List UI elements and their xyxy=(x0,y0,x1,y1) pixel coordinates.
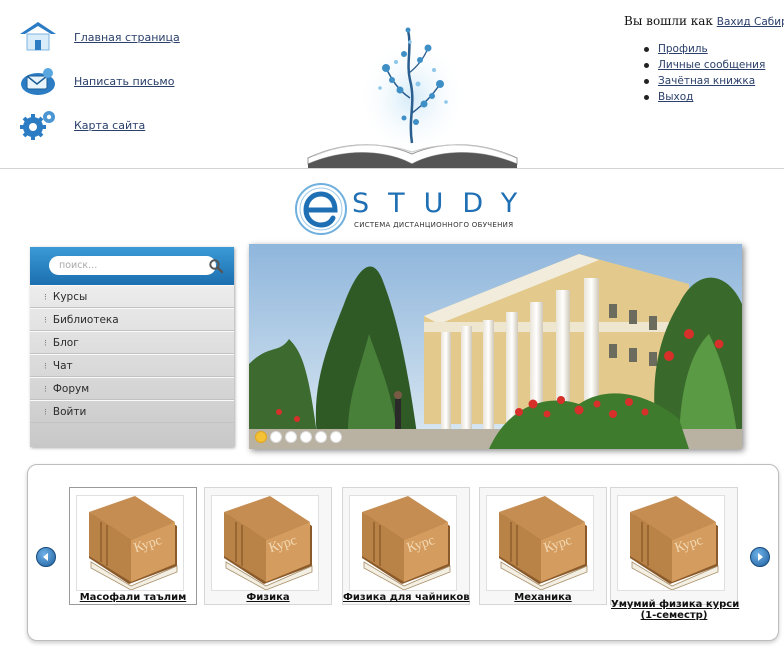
search-icon[interactable] xyxy=(208,258,224,274)
book-icon: Курс xyxy=(499,496,588,591)
sidebar-item-label: Курсы xyxy=(52,291,88,303)
slide-dot[interactable] xyxy=(285,431,297,443)
course-title-text: Умумий физика курси xyxy=(611,599,740,610)
course-card[interactable]: Курс Механика xyxy=(479,487,607,605)
course-carousel: Курс Масофали таълим Курс Физика Курс Фи… xyxy=(27,464,779,641)
side-menu: ⁝ Курсы ⁝ Библиотека ⁝ Блог ⁝ Чат ⁝ Форум ⁝ Во… xyxy=(30,285,234,423)
sidebar-item-chat[interactable]: ⁝ Чат xyxy=(30,354,234,377)
book-icon: Курс xyxy=(362,496,451,591)
quick-nav-home[interactable]: Главная страница xyxy=(18,20,180,54)
slide-dot[interactable] xyxy=(270,431,282,443)
carousel-prev-button[interactable] xyxy=(36,547,56,567)
sidebar-item-forum[interactable]: ⁝ Форум xyxy=(30,377,234,400)
site-header: Главная страница Написать письмо Карта с… xyxy=(0,0,784,170)
bullet-icon: ⁝ xyxy=(44,362,47,372)
search-bar xyxy=(30,247,234,285)
bullet-icon: ⁝ xyxy=(44,385,47,395)
bullet-icon: ⁝ xyxy=(44,339,47,349)
quick-nav-sitemap[interactable]: Карта сайта xyxy=(18,108,145,142)
bullet-icon: ⁝ xyxy=(44,316,47,326)
user-menu-gradebook: Зачётная книжка xyxy=(644,73,784,89)
sidebar-item-label: Библиотека xyxy=(52,314,119,326)
header-divider xyxy=(0,168,784,169)
home-icon[interactable] xyxy=(18,20,58,54)
course-thumbnail[interactable]: Курс xyxy=(617,495,725,591)
carousel-next-button[interactable] xyxy=(750,547,770,567)
course-title-text: Физика xyxy=(246,592,290,603)
course-title-text: Физика для чайников xyxy=(343,592,470,603)
search-input[interactable] xyxy=(49,256,216,275)
sidebar-item-label: Войти xyxy=(52,406,87,418)
user-menu-profile: Профиль xyxy=(644,41,784,57)
logged-in-text: Вы вошли как xyxy=(624,14,713,28)
open-book-tree-illustration xyxy=(300,18,525,168)
course-card[interactable]: Курс Физика для чайников xyxy=(342,487,470,605)
gradebook-link[interactable]: Зачётная книжка xyxy=(658,75,755,87)
bullet-icon: ⁝ xyxy=(44,408,47,418)
slide-dot[interactable] xyxy=(255,431,267,443)
logo-e-mark xyxy=(295,183,347,235)
course-title-text: Механика xyxy=(514,592,572,603)
sidebar-item-login[interactable]: ⁝ Войти xyxy=(30,400,234,423)
campus-photo xyxy=(249,244,742,449)
write-letter-link[interactable]: Написать письмо xyxy=(74,75,174,88)
logo-word: STUDY xyxy=(352,188,537,219)
logo-subtitle: СИСТЕМА ДИСТАНЦИОННОГО ОБУЧЕНИЯ xyxy=(354,221,514,229)
slide-dot[interactable] xyxy=(330,431,342,443)
book-icon: Курс xyxy=(630,496,719,591)
sidebar-item-blog[interactable]: ⁝ Блог xyxy=(30,331,234,354)
course-thumbnail[interactable]: Курс xyxy=(76,495,184,591)
sidebar: ⁝ Курсы ⁝ Библиотека ⁝ Блог ⁝ Чат ⁝ Форум ⁝ Во… xyxy=(30,247,234,447)
user-menu-logout: Выход xyxy=(644,89,784,105)
book-icon: Курс xyxy=(224,496,313,591)
arrow-left-icon xyxy=(43,553,48,561)
user-menu: Профиль Личные сообщения Зачётная книжка… xyxy=(644,41,784,105)
course-card[interactable]: Курс Умумий физика курси (1-семестр) xyxy=(610,487,739,621)
sidebar-item-label: Блог xyxy=(52,337,79,349)
arrow-right-icon xyxy=(758,553,763,561)
user-menu-messages: Личные сообщения xyxy=(644,57,784,73)
course-subtitle: (1-семестр) xyxy=(640,610,708,621)
messages-link[interactable]: Личные сообщения xyxy=(658,59,765,71)
course-card[interactable]: Курс Физика xyxy=(204,487,332,605)
sidebar-item-label: Форум xyxy=(52,383,90,395)
bullet-icon: ⁝ xyxy=(44,293,47,303)
course-title[interactable]: Умумий физика курси (1-семестр) xyxy=(611,599,740,621)
logout-link[interactable]: Выход xyxy=(658,91,693,103)
course-title[interactable]: Масофали таълим xyxy=(70,592,196,603)
slide-dot[interactable] xyxy=(300,431,312,443)
course-title[interactable]: Механика xyxy=(480,592,606,603)
sitemap-gears-icon[interactable] xyxy=(18,108,58,142)
sitemap-link[interactable]: Карта сайта xyxy=(74,119,145,132)
campus-banner-slider[interactable] xyxy=(249,244,742,449)
sidebar-item-label: Чат xyxy=(52,360,73,372)
sidebar-item-courses[interactable]: ⁝ Курсы xyxy=(30,285,234,308)
course-title-text: Масофали таълим xyxy=(79,592,187,603)
sidebar-item-library[interactable]: ⁝ Библиотека xyxy=(30,308,234,331)
course-title[interactable]: Физика для чайников xyxy=(343,592,470,603)
user-panel: Вы вошли как Вахид Сабирович Профиль Лич… xyxy=(624,14,784,105)
course-thumbnail[interactable]: Курс xyxy=(349,495,457,591)
book-icon: Курс xyxy=(89,496,178,591)
slide-indicators xyxy=(255,431,342,443)
mail-icon[interactable] xyxy=(18,64,58,98)
user-name-link[interactable]: Вахид Сабирович xyxy=(717,16,784,28)
estudy-logo[interactable]: STUDY СИСТЕМА ДИСТАНЦИОННОГО ОБУЧЕНИЯ xyxy=(294,182,534,238)
logged-in-line: Вы вошли как Вахид Сабирович xyxy=(624,14,784,28)
profile-link[interactable]: Профиль xyxy=(658,43,708,55)
course-card[interactable]: Курс Масофали таълим xyxy=(69,487,197,605)
home-link[interactable]: Главная страница xyxy=(74,31,180,44)
course-title[interactable]: Физика xyxy=(205,592,331,603)
course-thumbnail[interactable]: Курс xyxy=(211,495,319,591)
quick-nav-mail[interactable]: Написать письмо xyxy=(18,64,174,98)
course-thumbnail[interactable]: Курс xyxy=(486,495,594,591)
slide-dot[interactable] xyxy=(315,431,327,443)
